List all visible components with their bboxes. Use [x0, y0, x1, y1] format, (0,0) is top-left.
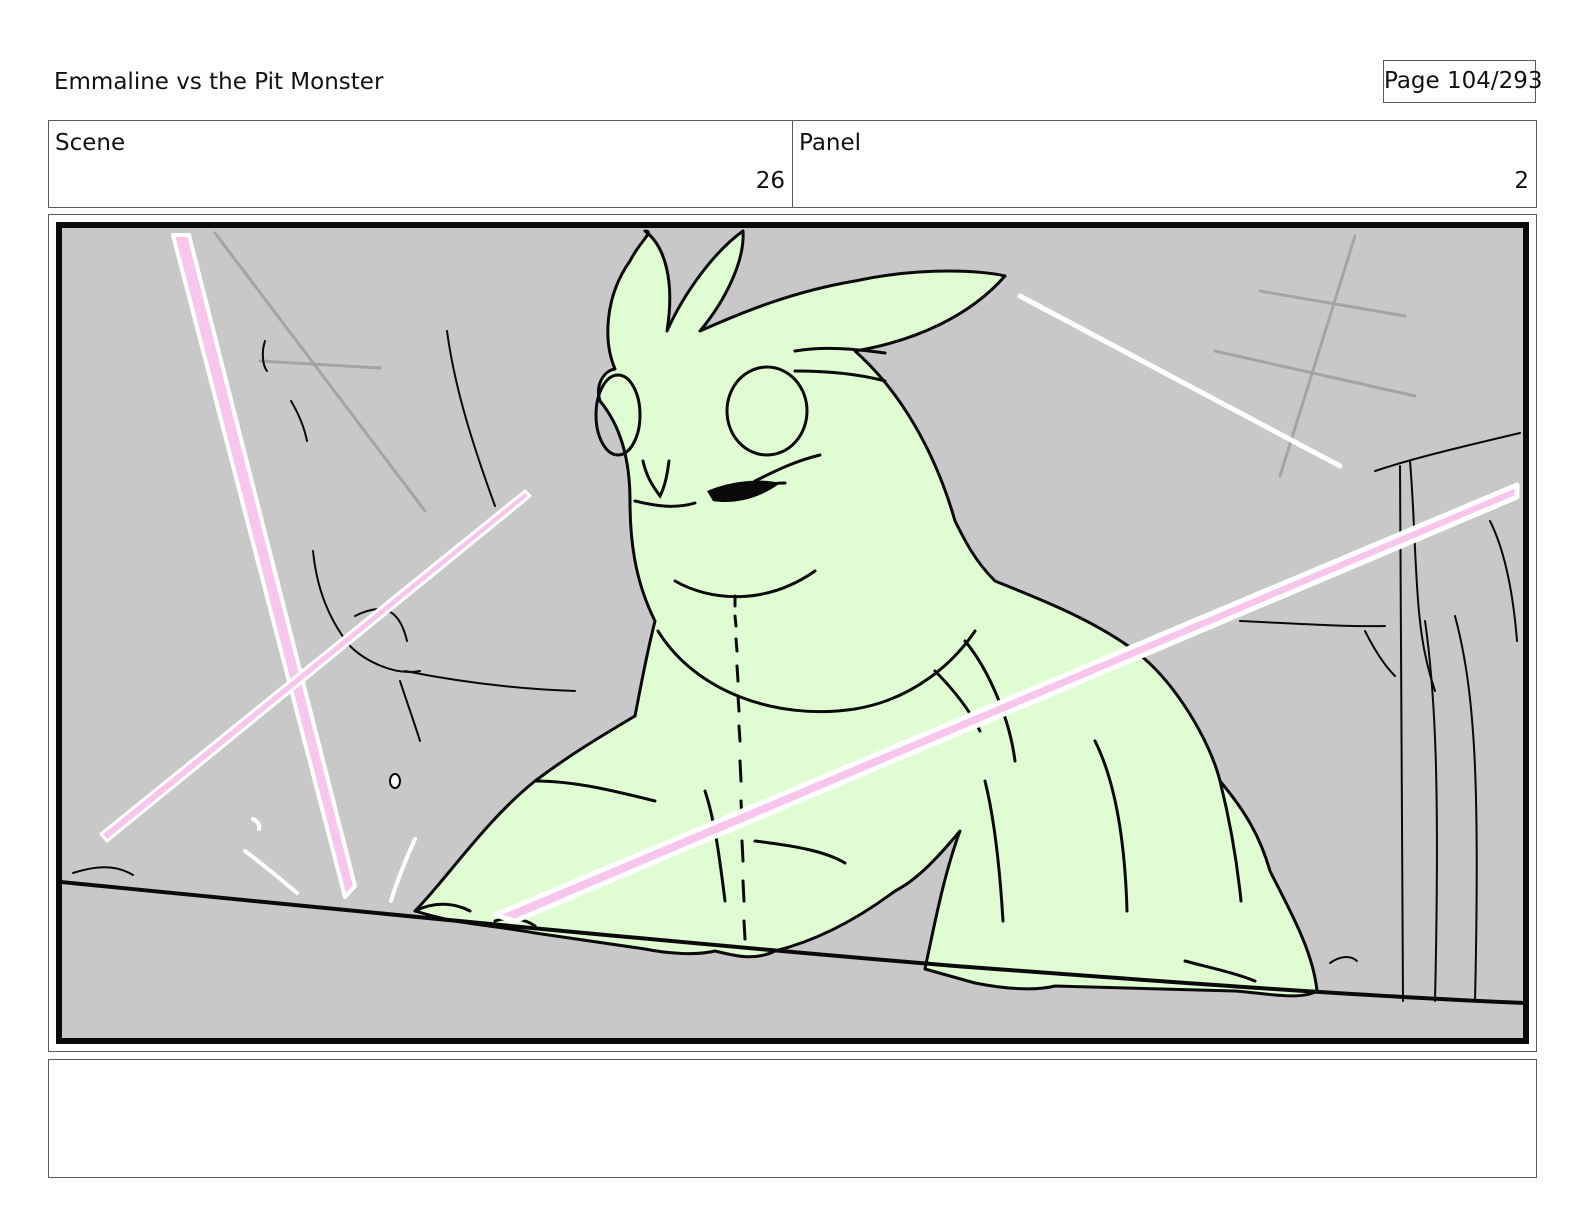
storyboard-drawing	[56, 222, 1529, 1044]
page-counter: Page 104/293	[1383, 60, 1543, 103]
panel-cell: Panel 2	[792, 121, 1536, 207]
scene-number: 26	[755, 168, 785, 194]
project-title: Emmaline vs the Pit Monster	[54, 69, 384, 95]
storyboard-panel-frame	[48, 214, 1537, 1052]
panel-number: 2	[1514, 168, 1529, 194]
panel-notes-box	[48, 1059, 1537, 1178]
scene-panel-info-row: Scene 26 Panel 2	[48, 120, 1537, 208]
scene-label: Scene	[55, 130, 126, 156]
scene-cell: Scene 26	[49, 121, 792, 207]
panel-label: Panel	[799, 130, 862, 156]
